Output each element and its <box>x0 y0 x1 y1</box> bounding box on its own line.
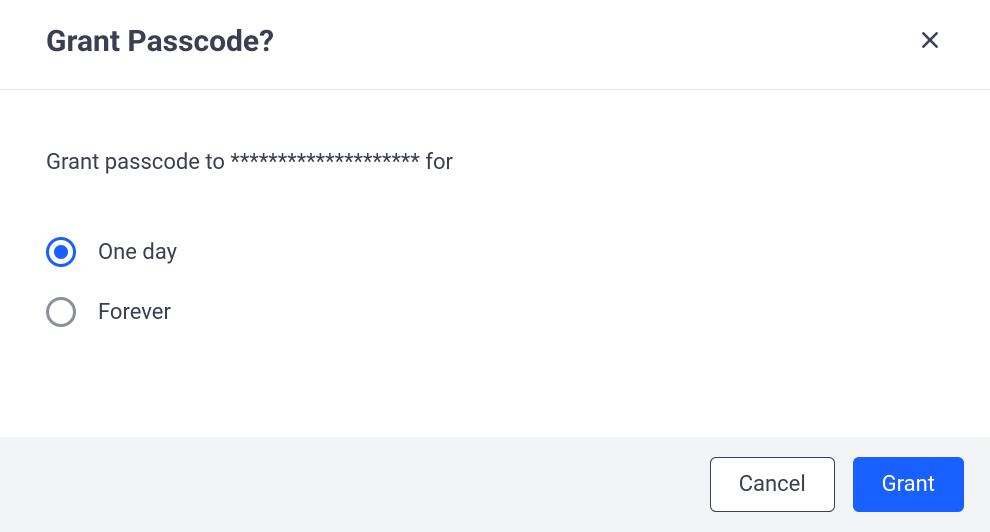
prompt-text: Grant passcode to ******************** f… <box>46 150 944 175</box>
grant-passcode-dialog: Grant Passcode? Grant passcode to ******… <box>0 0 990 532</box>
cancel-button[interactable]: Cancel <box>710 457 835 512</box>
radio-option-one-day[interactable]: One day <box>46 237 944 267</box>
radio-label: One day <box>98 240 177 265</box>
radio-icon <box>46 237 76 267</box>
radio-option-forever[interactable]: Forever <box>46 297 944 327</box>
radio-icon <box>46 297 76 327</box>
dialog-header: Grant Passcode? <box>0 0 990 90</box>
prompt-masked: ******************** <box>230 150 420 175</box>
duration-radio-group: One day Forever <box>46 237 944 327</box>
prompt-suffix: for <box>420 150 453 175</box>
prompt-prefix: Grant passcode to <box>46 150 230 175</box>
dialog-title: Grant Passcode? <box>46 24 274 59</box>
close-icon <box>920 30 940 53</box>
dialog-footer: Cancel Grant <box>0 437 990 532</box>
dialog-body: Grant passcode to ******************** f… <box>0 90 990 437</box>
grant-button[interactable]: Grant <box>853 457 964 512</box>
close-button[interactable] <box>916 28 944 56</box>
radio-label: Forever <box>98 300 171 325</box>
